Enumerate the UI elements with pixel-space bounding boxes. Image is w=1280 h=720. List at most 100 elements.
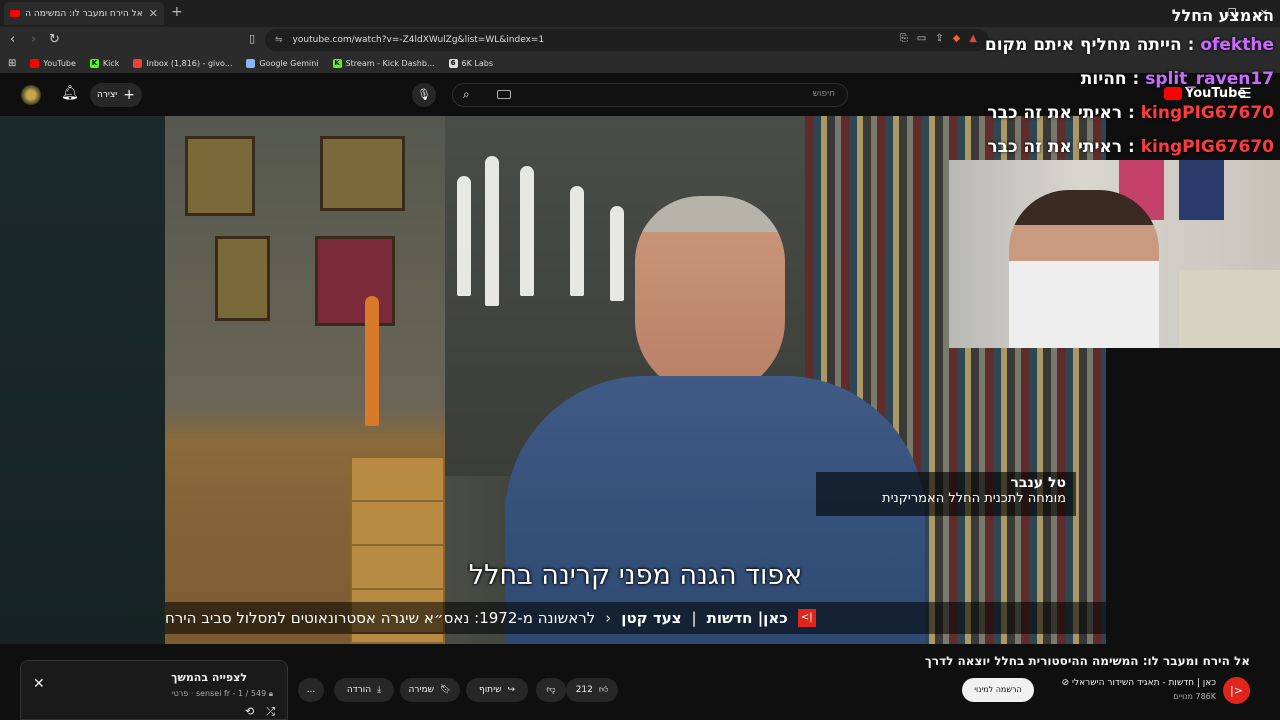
apps-grid-icon[interactable]: ⊞: [8, 58, 16, 69]
video-title: אל הירח ומעבר לו: המשימה ההיסטורית בחלל …: [924, 654, 1250, 668]
download-button[interactable]: הורדה ⤓: [334, 678, 394, 702]
chat-username: ofekthe: [1200, 35, 1274, 55]
lower-third-name: טל ענבר: [1010, 475, 1067, 491]
save-label: שמירה: [408, 685, 435, 695]
verified-icon: ⊘: [1061, 678, 1070, 688]
share-icon[interactable]: ⇪: [935, 33, 943, 44]
playlist-controls: ⟲ ⤮: [245, 705, 275, 719]
chat-username: kingPIG67670: [1140, 137, 1274, 157]
subscriber-count: 786K מנויים: [1173, 692, 1216, 701]
chat-message: ofekthe : הייתה מחליף איתם מקום: [984, 35, 1274, 55]
chat-text: ראיתי את זה כבר: [987, 137, 1123, 157]
kan-logo-icon: |>: [797, 609, 816, 627]
bookmark-inbox[interactable]: Inbox (1,816) - givo...: [133, 58, 232, 68]
framed-picture: [185, 136, 255, 216]
rocket-model: [365, 296, 379, 426]
thumbs-down-icon: 👎︎: [546, 685, 556, 695]
chat-text: הייתה מחליף איתם מקום: [984, 35, 1182, 55]
chat-message: kingPIG67670 : ראיתי את זה כבר: [987, 103, 1274, 123]
framed-picture: [215, 236, 270, 321]
save-button[interactable]: שמירה 🔖︎: [400, 678, 460, 702]
playlist-subtitle: פרטי · sensei fr - 1 / 549 🔒︎: [171, 689, 273, 698]
youtube-icon: [30, 58, 40, 68]
search-icon[interactable]: ⌕: [463, 87, 470, 102]
browser-tab[interactable]: אל הירח ומעבר לו: המשימה ה ✕: [4, 2, 164, 25]
ticker-brand: כאן| חדשות: [706, 609, 788, 627]
search-input[interactable]: ⌕ חיפוש: [452, 83, 848, 107]
playlist-title: לצפייה בהמשך: [171, 671, 247, 684]
chat-text: ראיתי את זה כבר: [987, 103, 1123, 123]
youtube-favicon-icon: [10, 10, 20, 17]
bookmark-youtube[interactable]: YouTube: [30, 58, 76, 68]
forward-arrow-icon[interactable]: ›: [31, 32, 36, 47]
ticker-separator: |: [691, 609, 697, 627]
url-field[interactable]: ⇋ youtube.com/watch?v=-Z4ldXWulZg&list=W…: [265, 29, 989, 51]
more-actions-button[interactable]: ...: [298, 678, 324, 702]
news-ticker: |> כאן| חדשות | צעד קטן ‹ לראשונה מ-1972…: [165, 602, 1106, 634]
avatar[interactable]: [21, 85, 41, 105]
playlist-panel[interactable]: ✕ לצפייה בהמשך פרטי · sensei fr - 1 / 54…: [20, 660, 288, 720]
reload-icon[interactable]: ↻: [49, 32, 60, 47]
like-button[interactable]: 212 👍︎: [566, 678, 618, 702]
bookmark-save-icon: 🔖︎: [440, 685, 452, 695]
notifications-bell-icon[interactable]: 🔔︎: [61, 85, 79, 101]
create-button[interactable]: יצירה +: [90, 83, 142, 107]
video-left-margin: [0, 116, 165, 644]
lower-third-title: מומחה לתכנית החלל האמריקנית: [882, 491, 1066, 506]
chevron-icon: ‹: [605, 609, 612, 627]
loop-icon[interactable]: ⟲: [245, 705, 254, 719]
channel-avatar[interactable]: |>: [1223, 677, 1250, 704]
plus-icon: +: [123, 87, 136, 103]
dislike-button[interactable]: 👎︎: [536, 678, 566, 702]
tab-close-icon[interactable]: ✕: [149, 7, 158, 20]
chat-text: חהיות: [1080, 69, 1127, 89]
keyboard-icon[interactable]: [497, 90, 511, 99]
chat-message: kingPIG67670 : ראיתי את זה כבר: [987, 137, 1274, 157]
brave-rewards-icon[interactable]: ▲: [969, 33, 977, 44]
ticker-text: לראשונה מ-1972: נאס״א שיגרה אסטרונאוטים …: [165, 609, 596, 627]
lock-icon: 🔒︎: [268, 689, 273, 698]
6k-icon: 6: [448, 58, 458, 68]
bookmark-6k-labs[interactable]: 6 6K Labs: [448, 58, 493, 68]
picture-in-picture-icon[interactable]: ▭: [917, 33, 926, 44]
bookmark-kick[interactable]: K Kick: [89, 58, 119, 68]
framed-picture: [315, 236, 395, 326]
kick-icon: K: [332, 58, 342, 68]
chat-username: split_raven17: [1145, 69, 1274, 89]
more-dots-icon: ...: [306, 685, 316, 695]
back-arrow-icon[interactable]: ‹: [10, 32, 15, 47]
ticker-section: צעד קטן: [621, 609, 682, 627]
tab-title: אל הירח ומעבר לו: המשימה ה: [26, 8, 143, 19]
close-icon[interactable]: ✕: [33, 676, 45, 692]
shuffle-icon[interactable]: ⤮: [266, 705, 275, 719]
chat-message: split_raven17 : חהיות: [1080, 69, 1274, 89]
brave-shield-icon[interactable]: ◆: [953, 33, 961, 44]
lower-third-caption: טל ענבר מומחה לתכנית החלל האמריקנית: [816, 472, 1076, 516]
site-info-icon[interactable]: ⇋: [275, 35, 283, 45]
search-placeholder: חיפוש: [812, 89, 835, 99]
chat-overlay-title: האמצע החלל: [1171, 6, 1274, 25]
kick-icon: K: [89, 58, 99, 68]
rocket-model: [485, 156, 499, 306]
translate-icon[interactable]: ⎘: [900, 33, 908, 44]
download-icon: ⤓: [377, 685, 382, 695]
url-text: youtube.com/watch?v=-Z4ldXWulZg&list=WL&…: [292, 35, 545, 45]
channel-name[interactable]: כאן | חדשות - תאגיד השידור הישראלי ⊘: [1062, 678, 1216, 688]
download-label: הורדה: [346, 685, 372, 695]
gmail-icon: [133, 58, 143, 68]
rocket-model: [457, 176, 471, 296]
stream-chat-overlay: האמצע החלל ofekthe : הייתה מחליף איתם מק…: [984, 6, 1274, 164]
new-tab-button[interactable]: +: [171, 4, 183, 20]
share-arrow-icon: ↪: [507, 685, 516, 695]
share-button[interactable]: שיתוף ↪: [466, 678, 528, 702]
bookmark-kick-dashboard[interactable]: K Stream - Kick Dashb...: [332, 58, 435, 68]
thumbs-up-icon: 👍︎: [598, 685, 609, 695]
share-label: שיתוף: [478, 685, 502, 695]
bookmark-gemini[interactable]: Google Gemini: [246, 58, 319, 68]
video-subtitle: אפוד הגנה מפני קרינה בחלל: [468, 560, 803, 591]
subscribe-button[interactable]: הרשמה למינוי: [962, 678, 1034, 702]
streamer: [1009, 190, 1159, 348]
voice-search-mic-icon[interactable]: 🎙︎: [412, 83, 436, 107]
chat-username: kingPIG67670: [1140, 103, 1274, 123]
bookmark-icon[interactable]: ▯: [249, 32, 255, 45]
